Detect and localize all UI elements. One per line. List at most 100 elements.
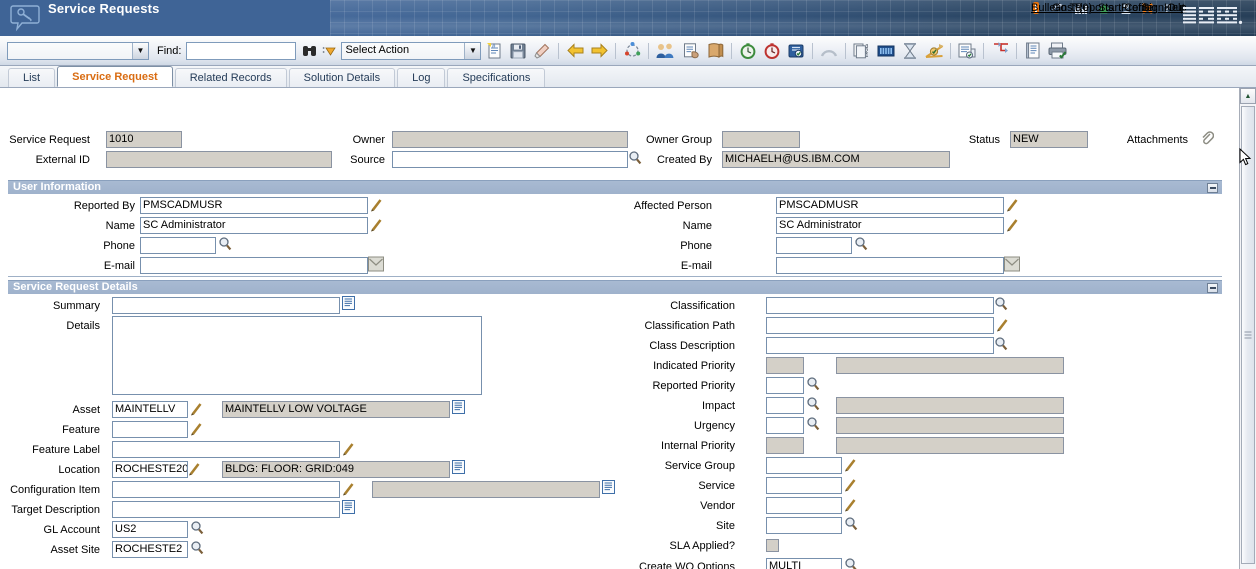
class-description-field[interactable] [766, 337, 994, 354]
tab-log[interactable]: Log [397, 68, 446, 87]
detail-menu-icon-2[interactable] [370, 216, 383, 232]
select-action-dropdown[interactable]: Select Action ▼ [341, 41, 482, 60]
long-description-icon[interactable] [342, 296, 355, 310]
create-communication-icon[interactable] [1022, 39, 1044, 63]
vertical-scrollbar[interactable]: ▲ [1239, 88, 1256, 569]
affected-person-name-field[interactable]: SC Administrator [776, 217, 1004, 234]
nav-profile[interactable]: Profile [1121, 2, 1152, 14]
tab-related-records[interactable]: Related Records [174, 68, 287, 87]
asset-site-field[interactable]: ROCHESTE2 [112, 541, 188, 558]
indicated-priority-field[interactable] [766, 357, 804, 374]
location-description-field[interactable]: BLDG: FLOOR: GRID:049 [222, 461, 450, 478]
magnifier-icon-10[interactable] [844, 516, 858, 532]
created-by-field[interactable]: MICHAELH@US.IBM.COM [722, 151, 950, 168]
urgency-description-field[interactable] [836, 417, 1064, 434]
take-ownership-icon[interactable] [680, 39, 702, 63]
magnifier-icon-3[interactable] [190, 520, 204, 536]
feature-field[interactable] [112, 421, 188, 438]
route-workflow-icon[interactable] [923, 39, 945, 63]
print-icon[interactable] [1046, 39, 1070, 63]
service-request-field[interactable]: 1010 [106, 131, 182, 148]
start-timer-icon[interactable] [737, 39, 759, 63]
reported-by-field[interactable]: PMSCADMUSR [140, 197, 368, 214]
detail-menu-icon-5[interactable] [190, 400, 203, 416]
create-work-order-icon[interactable] [875, 39, 897, 63]
clear-changes-icon[interactable] [531, 39, 553, 63]
detail-menu-icon-3[interactable] [1006, 196, 1019, 212]
scrollbar-thumb[interactable] [1241, 106, 1255, 564]
detail-menu-icon-4[interactable] [1006, 216, 1019, 232]
detail-menu-icon-13[interactable] [844, 496, 857, 512]
tab-solution-details[interactable]: Solution Details [288, 68, 396, 87]
view-workflow-history-icon[interactable] [956, 39, 978, 63]
view-workflow-icon[interactable] [899, 39, 921, 63]
nav-start-center[interactable]: Start Center [1098, 2, 1157, 14]
magnifier-icon-2[interactable] [854, 236, 868, 252]
classification-field[interactable] [766, 297, 994, 314]
magnifier-icon-11[interactable] [844, 557, 858, 569]
reported-by-name-field[interactable]: SC Administrator [140, 217, 368, 234]
tab-service-request[interactable]: Service Request [57, 66, 173, 87]
status-field[interactable]: NEW [1010, 131, 1088, 148]
internal-priority-field[interactable] [766, 437, 804, 454]
save-icon[interactable] [507, 39, 529, 63]
nav-sign-out[interactable]: Sign Out [1142, 2, 1185, 14]
long-description-icon-5[interactable] [342, 500, 355, 514]
scroll-up-button[interactable]: ▲ [1240, 88, 1256, 104]
asset-description-field[interactable]: MAINTELLV LOW VOLTAGE [222, 401, 450, 418]
previous-record-icon[interactable] [564, 39, 586, 63]
asset-field[interactable]: MAINTELLV [112, 401, 188, 418]
filter-dropdown-icon[interactable] [322, 39, 337, 63]
target-description-field[interactable] [112, 501, 340, 518]
minimize-service-request-details-button[interactable] [1207, 283, 1218, 293]
magnifier-icon-6[interactable] [994, 336, 1008, 352]
next-record-icon[interactable] [588, 39, 610, 63]
new-service-request-icon[interactable]: # [483, 39, 505, 63]
details-textarea[interactable] [112, 316, 482, 395]
detail-menu-icon-6[interactable] [190, 420, 203, 436]
gl-account-field[interactable]: US2 [112, 521, 188, 538]
minimize-user-information-button[interactable] [1207, 183, 1218, 193]
service-group-field[interactable] [766, 457, 842, 474]
magnifier-icon-4[interactable] [190, 540, 204, 556]
section-service-request-details[interactable]: Service Request Details [8, 280, 1222, 294]
email-icon[interactable] [368, 256, 384, 272]
magnifier-icon-7[interactable] [806, 376, 820, 392]
impact-field[interactable] [766, 397, 804, 414]
find-input[interactable] [186, 41, 297, 60]
nav-go-to[interactable]: Go To [1052, 2, 1081, 14]
configuration-item-field[interactable] [112, 481, 340, 498]
magnifier-icon[interactable] [218, 236, 232, 252]
reported-by-email-field[interactable] [140, 257, 368, 274]
affected-person-phone-field[interactable] [776, 237, 852, 254]
magnifier-icon-9[interactable] [806, 416, 820, 432]
site-field[interactable] [766, 517, 842, 534]
long-description-icon-2[interactable] [452, 400, 465, 414]
tab-specifications[interactable]: Specifications [447, 68, 546, 87]
reported-priority-field[interactable] [766, 377, 804, 394]
quick-select-dropdown[interactable]: ▼ [7, 41, 149, 60]
nav-reports[interactable]: Reports [1075, 2, 1114, 14]
affected-person-field[interactable]: PMSCADMUSR [776, 197, 1004, 214]
long-description-icon-3[interactable] [452, 460, 465, 474]
magnifier-icon-8[interactable] [806, 396, 820, 412]
paperclip-icon[interactable] [1200, 130, 1214, 146]
create-service-request-icon[interactable]: 3 2 1 [851, 39, 873, 63]
nav-help[interactable]: ? Help [1164, 2, 1187, 14]
detail-menu-icon-9[interactable] [342, 480, 355, 496]
undo-icon[interactable] [818, 39, 840, 63]
detail-menu-icon-10[interactable] [996, 316, 1009, 332]
classification-path-field[interactable] [766, 317, 994, 334]
workflow-assignments-icon[interactable] [989, 39, 1011, 63]
vendor-field[interactable] [766, 497, 842, 514]
email-icon-2[interactable] [1004, 256, 1020, 272]
affected-person-email-field[interactable] [776, 257, 1004, 274]
detail-menu-icon-11[interactable] [844, 456, 857, 472]
service-field[interactable] [766, 477, 842, 494]
detail-menu-icon[interactable] [370, 196, 383, 212]
chevron-down-icon-2[interactable]: ▼ [464, 42, 481, 59]
chevron-down-icon[interactable]: ▼ [132, 42, 148, 59]
create-wo-options-field[interactable]: MULTI [766, 558, 842, 569]
change-status-icon[interactable] [621, 39, 643, 63]
nav-bulletins[interactable]: Bulletins: (0) [1031, 2, 1092, 14]
